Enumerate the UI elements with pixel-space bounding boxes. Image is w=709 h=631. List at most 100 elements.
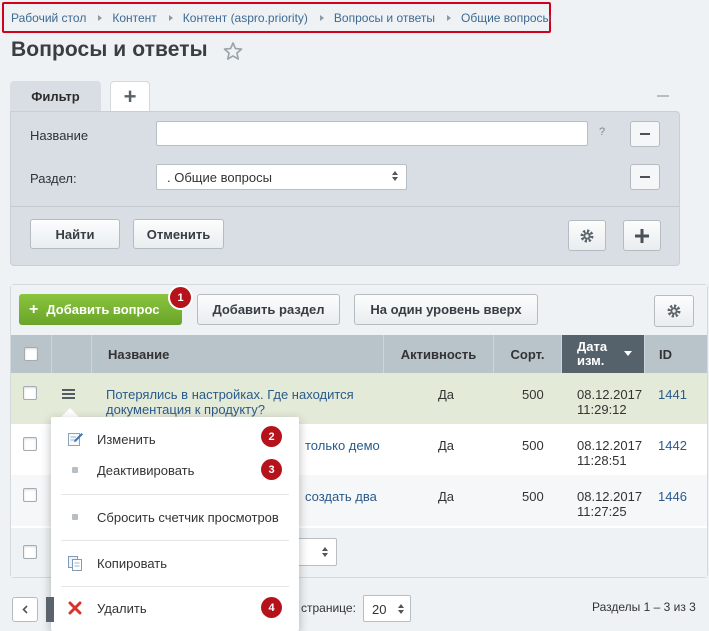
table-header: Название Активность Сорт. Дата изм. ID [11, 335, 707, 373]
filter-settings-button[interactable] [568, 220, 606, 251]
pager-current-page[interactable] [46, 597, 54, 622]
help-icon[interactable]: ? [599, 126, 605, 138]
menu-item-delete-label: Удалить [97, 600, 147, 616]
plus-icon [635, 228, 649, 243]
sections-count: Разделы 1 – 3 из 3 [592, 600, 696, 614]
remove-field-button[interactable] [630, 164, 660, 190]
breadcrumb-separator-icon [168, 14, 173, 21]
gear-icon [580, 229, 594, 242]
page-title: Вопросы и ответы [11, 38, 208, 61]
filter-divider [11, 206, 679, 207]
row-date-value: 08.12.2017 [577, 387, 643, 402]
row-sort: 500 [522, 489, 544, 504]
row-sort: 500 [522, 387, 544, 402]
level-up-button[interactable]: На один уровень вверх [354, 294, 538, 325]
per-page-label: странице: [301, 601, 356, 615]
row-title-link[interactable]: Потерялись в настройках. Где находится д… [106, 387, 354, 417]
breadcrumb-item-desktop[interactable]: Рабочий стол [11, 11, 86, 25]
row-checkbox[interactable] [23, 386, 37, 400]
step-badge-3: 3 [261, 459, 282, 480]
pager-prev-button[interactable] [12, 597, 38, 622]
find-button[interactable]: Найти [30, 219, 120, 249]
add-question-button[interactable]: + Добавить вопрос [19, 294, 182, 325]
row-sort: 500 [522, 438, 544, 453]
row-date-value: 08.12.2017 [577, 438, 643, 453]
row-title-link[interactable]: создать два [305, 489, 377, 504]
breadcrumb-item-content[interactable]: Контент [112, 11, 156, 25]
header-actions-cell [51, 335, 91, 373]
menu-item-reset-views[interactable]: Сбросить счетчик просмотров [51, 503, 299, 531]
delete-icon [66, 599, 84, 617]
menu-divider [61, 586, 289, 587]
step-badge-4: 4 [261, 597, 282, 618]
tab-filter[interactable]: Фильтр [10, 81, 101, 112]
breadcrumb: Рабочий стол Контент Контент (aspro.prio… [2, 2, 551, 33]
plus-icon: + [29, 300, 39, 318]
column-id[interactable]: ID [644, 335, 707, 373]
filter-section-label: Раздел: [30, 171, 77, 186]
select-arrows-icon [392, 171, 398, 181]
column-date-modified[interactable]: Дата изм. [561, 335, 644, 373]
row-menu-icon[interactable] [62, 387, 75, 401]
column-sort[interactable]: Сорт. [493, 335, 561, 373]
row-date: 08.12.2017 11:29:12 [577, 387, 642, 417]
row-active: Да [438, 387, 455, 402]
row-checkbox[interactable] [23, 488, 37, 502]
row-id[interactable]: 1441 [658, 387, 687, 402]
row-id[interactable]: 1446 [658, 489, 687, 504]
menu-item-copy[interactable]: Копировать [51, 549, 299, 577]
row-time-value: 11:27:25 [577, 504, 627, 519]
row-time-value: 11:28:51 [577, 453, 627, 468]
chevron-left-icon [22, 605, 28, 614]
row-title-line2: документация к продукту? [106, 402, 266, 417]
minimize-filter-icon[interactable] [657, 95, 669, 97]
gear-icon [667, 304, 681, 318]
context-menu: Изменить Деактивировать Сбросить счетчик… [51, 417, 299, 631]
column-active[interactable]: Активность [383, 335, 493, 373]
group-select-checkbox[interactable] [23, 545, 37, 559]
select-arrows-icon [398, 604, 404, 614]
menu-item-copy-label: Копировать [97, 555, 167, 571]
row-date: 08.12.2017 11:28:51 [577, 438, 642, 468]
per-page-value: 20 [372, 602, 387, 617]
breadcrumb-separator-icon [319, 14, 324, 21]
breadcrumb-item-faq[interactable]: Вопросы и ответы [334, 11, 435, 25]
copy-icon [66, 554, 84, 572]
per-page-select[interactable]: 20 [363, 595, 411, 622]
column-date-line2: изм. [577, 353, 605, 368]
add-section-button[interactable]: Добавить раздел [197, 294, 340, 325]
menu-divider [61, 494, 289, 495]
row-date-value: 08.12.2017 [577, 489, 643, 504]
add-filter-tab-button[interactable]: + [110, 81, 150, 112]
breadcrumb-item-content-aspro[interactable]: Контент (aspro.priority) [183, 11, 308, 25]
breadcrumb-item-general-questions[interactable]: Общие вопросы [461, 11, 551, 25]
breadcrumb-separator-icon [98, 14, 103, 21]
menu-divider [61, 540, 289, 541]
row-checkbox[interactable] [23, 437, 37, 451]
row-time-value: 11:29:12 [577, 402, 627, 417]
add-question-label: Добавить вопрос [46, 302, 160, 317]
minus-icon [640, 176, 650, 178]
list-settings-button[interactable] [654, 295, 694, 327]
menu-item-reset-views-label: Сбросить счетчик просмотров [97, 509, 279, 525]
bullet-icon [66, 461, 84, 479]
row-id[interactable]: 1442 [658, 438, 687, 453]
filter-section-select[interactable]: . Общие вопросы [156, 164, 407, 190]
minus-icon [640, 133, 650, 135]
row-title-link[interactable]: только демо [305, 438, 380, 453]
add-filter-field-button[interactable] [623, 220, 661, 251]
menu-item-edit-label: Изменить [97, 431, 156, 447]
breadcrumb-separator-icon [446, 14, 451, 21]
pencil-icon [66, 430, 84, 448]
star-icon[interactable] [223, 41, 243, 61]
row-title-line1: Потерялись в настройках. Где находится [106, 387, 354, 402]
cancel-button[interactable]: Отменить [133, 219, 224, 249]
column-name[interactable]: Название [91, 335, 383, 373]
filter-section-value: . Общие вопросы [167, 170, 272, 185]
bullet-icon [66, 508, 84, 526]
filter-name-input[interactable] [156, 121, 588, 146]
select-all-checkbox[interactable] [24, 347, 38, 361]
menu-item-deactivate-label: Деактивировать [97, 462, 195, 478]
step-badge-1: 1 [170, 287, 191, 308]
remove-field-button[interactable] [630, 121, 660, 147]
